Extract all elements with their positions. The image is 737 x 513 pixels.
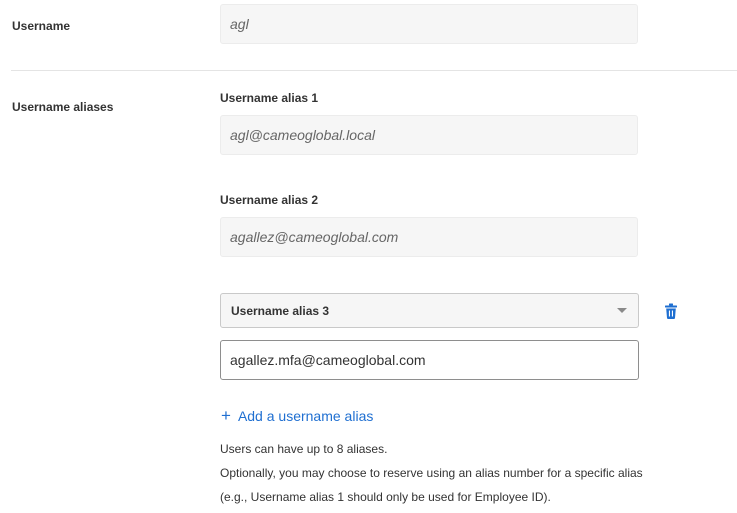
alias-3-select[interactable]: Username alias 3 [220,293,639,328]
help-text-line-3: (e.g., Username alias 1 should only be u… [220,490,551,504]
username-aliases-label: Username aliases [12,100,114,114]
section-divider [11,70,737,71]
alias-2-field: agallez@cameoglobal.com [220,217,638,257]
chevron-down-icon [617,308,627,313]
trash-icon[interactable] [664,303,678,319]
help-text-line-2: Optionally, you may choose to reserve us… [220,466,643,480]
plus-icon: + [221,406,231,425]
username-label: Username [12,19,71,33]
alias-3-input[interactable] [220,340,639,380]
alias-2-label: Username alias 2 [220,193,319,207]
alias-3-select-value: Username alias 3 [231,303,330,318]
add-username-alias-link[interactable]: + Add a username alias [221,406,374,425]
alias-1-field: agl@cameoglobal.local [220,115,638,155]
username-field: agl [220,4,638,44]
add-username-alias-label: Add a username alias [237,408,374,424]
alias-1-label: Username alias 1 [220,91,319,105]
help-text-line-1: Users can have up to 8 aliases. [220,442,388,456]
